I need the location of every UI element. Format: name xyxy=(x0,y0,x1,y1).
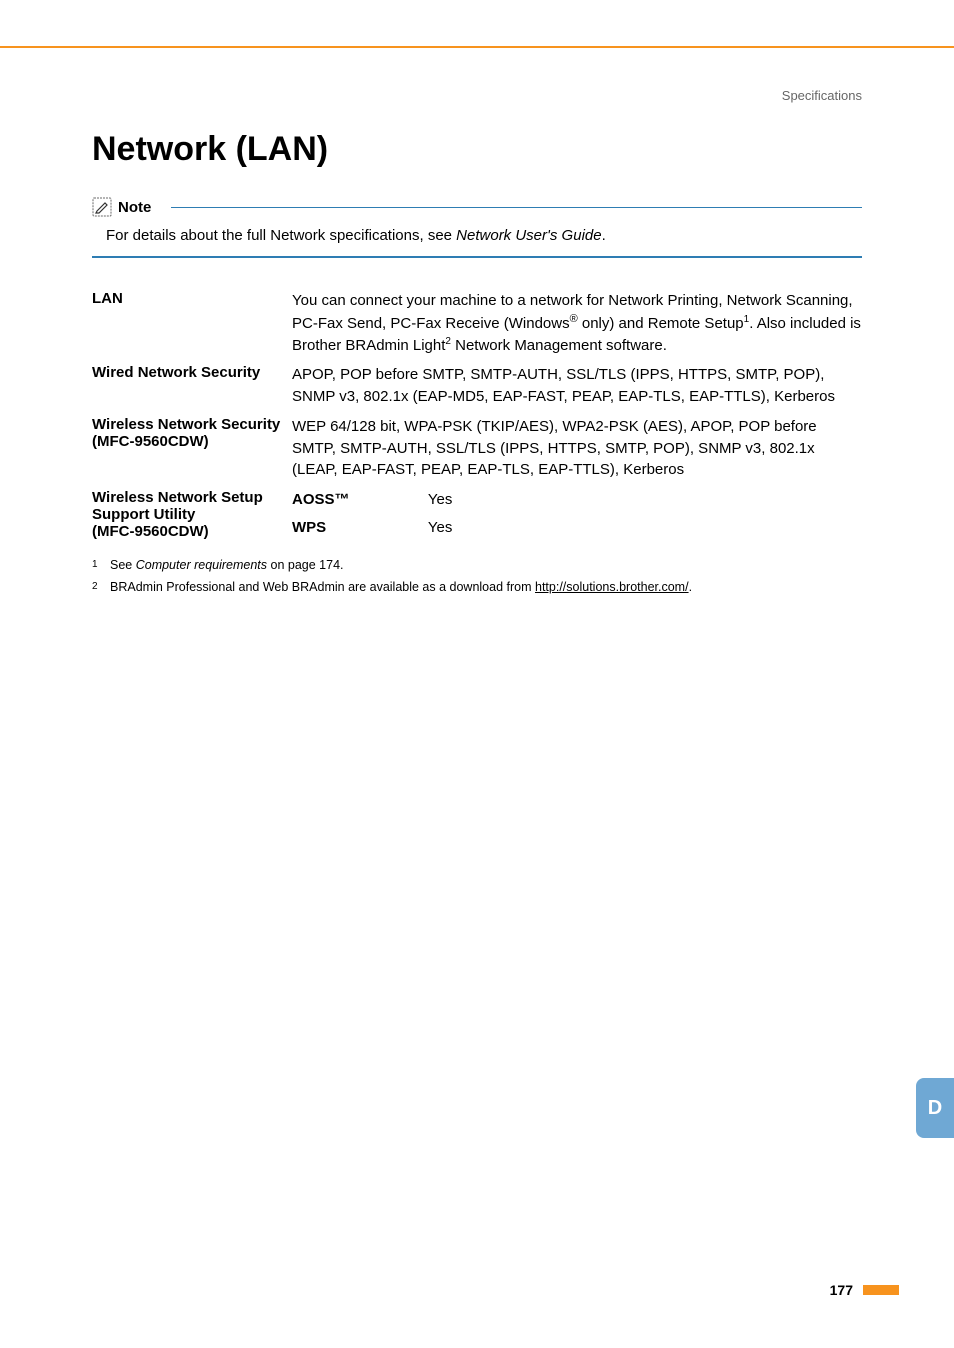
footnote-2-post: . xyxy=(689,580,692,594)
footnotes: 1 See Computer requirements on page 174.… xyxy=(92,558,862,594)
spec-value-wireless-sec: WEP 64/128 bit, WPA-PSK (TKIP/AES), WPA2… xyxy=(292,416,862,481)
spec-label-wireless-setup: Wireless Network Setup Support Utility (… xyxy=(92,489,292,540)
footnote-1-pre: See xyxy=(110,558,136,572)
note-pencil-icon xyxy=(92,197,112,217)
registered-symbol: ® xyxy=(570,313,578,325)
aoss-row: AOSS™ Yes xyxy=(292,489,862,511)
note-label: Note xyxy=(118,199,151,216)
spec-label-wireless-sec: Wireless Network Security (MFC-9560CDW) xyxy=(92,416,292,481)
top-orange-border xyxy=(0,46,954,48)
wps-row: WPS Yes xyxy=(292,517,862,539)
spec-row-wireless-setup: Wireless Network Setup Support Utility (… xyxy=(92,489,862,540)
spec-row-wired: Wired Network Security APOP, POP before … xyxy=(92,364,862,408)
footnote-1: 1 See Computer requirements on page 174. xyxy=(92,558,862,572)
wireless-sec-label2: (MFC-9560CDW) xyxy=(92,433,209,450)
footnote-1-post: on page 174. xyxy=(267,558,343,572)
note-header-line xyxy=(171,207,862,208)
footnote-2-pre: BRAdmin Professional and Web BRAdmin are… xyxy=(110,580,535,594)
wps-value: Yes xyxy=(428,519,452,536)
footnote-1-text: See Computer requirements on page 174. xyxy=(110,558,862,572)
main-content: Network (LAN) Note For details about the… xyxy=(92,130,862,602)
note-text: For details about the full Network speci… xyxy=(106,227,862,244)
lan-text-3: Network Management software. xyxy=(451,337,667,354)
spec-value-lan: You can connect your machine to a networ… xyxy=(292,290,862,356)
page-title: Network (LAN) xyxy=(92,130,862,169)
lan-text-1post: only) and Remote Setup xyxy=(578,315,744,332)
page-footer: 177 xyxy=(830,1282,899,1298)
note-text-pre: For details about the full Network speci… xyxy=(106,227,456,244)
section-tab: D xyxy=(916,1078,954,1138)
spec-table: LAN You can connect your machine to a ne… xyxy=(92,290,862,540)
note-header: Note xyxy=(92,197,862,217)
note-text-post: . xyxy=(602,227,606,244)
wireless-setup-label2: (MFC-9560CDW) xyxy=(92,523,209,540)
footnote-2-link[interactable]: http://solutions.brother.com/ xyxy=(535,580,689,594)
footnote-2-text: BRAdmin Professional and Web BRAdmin are… xyxy=(110,580,862,594)
spec-row-lan: LAN You can connect your machine to a ne… xyxy=(92,290,862,356)
wireless-sec-label1: Wireless Network Security xyxy=(92,416,280,433)
footnote-2-num: 2 xyxy=(92,580,110,594)
footnote-1-em: Computer requirements xyxy=(136,558,267,572)
footnote-1-num: 1 xyxy=(92,558,110,572)
spec-label-wired: Wired Network Security xyxy=(92,364,292,408)
note-text-em: Network User's Guide xyxy=(456,227,601,244)
note-bottom-line xyxy=(92,256,862,258)
spec-label-lan: LAN xyxy=(92,290,292,356)
spec-row-wireless-security: Wireless Network Security (MFC-9560CDW) … xyxy=(92,416,862,481)
note-block: Note For details about the full Network … xyxy=(92,197,862,258)
aoss-value: Yes xyxy=(428,491,452,508)
header-section-text: Specifications xyxy=(782,88,862,103)
wps-label: WPS xyxy=(292,517,424,539)
spec-value-wireless-setup: AOSS™ Yes WPS Yes xyxy=(292,489,862,540)
page-number: 177 xyxy=(830,1282,853,1298)
aoss-label: AOSS™ xyxy=(292,489,424,511)
wireless-setup-label1: Wireless Network Setup Support Utility xyxy=(92,489,263,523)
footnote-2: 2 BRAdmin Professional and Web BRAdmin a… xyxy=(92,580,862,594)
spec-value-wired: APOP, POP before SMTP, SMTP-AUTH, SSL/TL… xyxy=(292,364,862,408)
page-footer-bar xyxy=(863,1285,899,1295)
